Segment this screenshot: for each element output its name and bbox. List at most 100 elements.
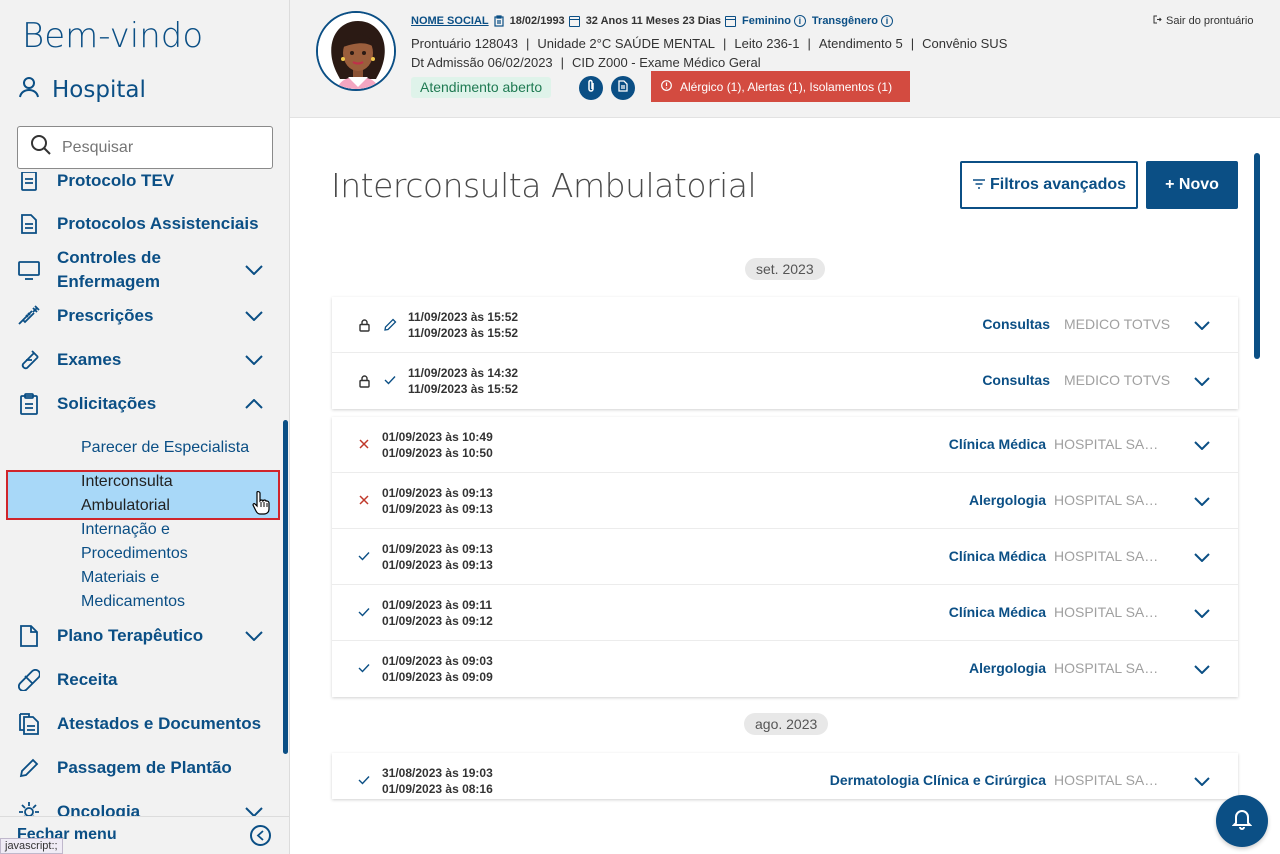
new-button[interactable]: + Novo bbox=[1146, 161, 1238, 209]
chevron-down-icon[interactable] bbox=[244, 306, 264, 326]
bell-icon bbox=[1231, 808, 1253, 835]
syringe-icon bbox=[18, 305, 40, 327]
search-box[interactable] bbox=[17, 126, 273, 169]
patient-identity: Transgênero bbox=[811, 15, 878, 27]
hospital-label: Hospital bbox=[52, 77, 146, 103]
separator: | bbox=[560, 55, 565, 70]
sidebar-item-protocolos-assistenciais[interactable]: Protocolos Assistenciais bbox=[0, 212, 283, 236]
sidebar-item-label: Atestados e Documentos bbox=[57, 714, 262, 733]
admission-date: Dt Admissão 06/02/2023 bbox=[411, 55, 553, 70]
leito: Leito 236-1 bbox=[734, 36, 800, 51]
end-date: 01/09/2023 às 10:50 bbox=[382, 446, 493, 460]
chevron-down-icon[interactable] bbox=[1192, 659, 1212, 679]
patient-line-1: NOME SOCIAL 18/02/1993 32 Anos 11 Meses … bbox=[411, 15, 899, 27]
edit-icon[interactable] bbox=[383, 317, 397, 331]
sidebar-item-exames[interactable]: Exames bbox=[0, 348, 283, 372]
file-icon bbox=[18, 625, 40, 647]
chevron-down-icon[interactable] bbox=[1192, 547, 1212, 567]
patient-line-3: Dt Admissão 06/02/2023 | CID Z000 - Exam… bbox=[411, 55, 761, 70]
clipboard-icon[interactable] bbox=[494, 15, 504, 27]
start-date: 11/09/2023 às 14:32 bbox=[408, 366, 519, 380]
table-row[interactable]: 01/09/2023 às 09:03 01/09/2023 às 09:09 … bbox=[332, 641, 1238, 697]
sidebar-item-controles-enfermagem[interactable]: Controles de Enfermagem bbox=[0, 246, 283, 294]
chevron-down-icon[interactable] bbox=[244, 626, 264, 646]
table-row[interactable]: 01/09/2023 às 10:49 01/09/2023 às 10:50 … bbox=[332, 417, 1238, 473]
pencil-icon bbox=[18, 757, 40, 779]
sidebar-item-atestados[interactable]: Atestados e Documentos bbox=[0, 712, 283, 736]
hospital-user[interactable]: Hospital bbox=[18, 76, 146, 104]
alerts-banner[interactable]: Alérgico (1), Alertas (1), Isolamentos (… bbox=[651, 71, 910, 102]
specialty: Consultas bbox=[982, 372, 1050, 388]
sidebar-item-label: Protocolo TEV bbox=[57, 172, 175, 190]
sidebar-item-label: Passagem de Plantão bbox=[57, 758, 232, 777]
chevron-down-icon[interactable] bbox=[1192, 603, 1212, 623]
info-icon[interactable]: i bbox=[880, 15, 893, 27]
notifications-button[interactable] bbox=[1216, 795, 1268, 847]
exit-icon bbox=[1153, 15, 1162, 27]
table-row[interactable]: 01/09/2023 às 09:13 01/09/2023 às 09:13 … bbox=[332, 529, 1238, 585]
sidebar-item-label: Receita bbox=[57, 670, 118, 689]
sidebar-item-receita[interactable]: Receita bbox=[0, 668, 283, 692]
table-row[interactable]: 11/09/2023 às 15:52 11/09/2023 às 15:52 … bbox=[332, 297, 1238, 353]
row-dates: 11/09/2023 às 15:52 11/09/2023 às 15:52 bbox=[408, 309, 518, 341]
specialty: Alergologia bbox=[968, 492, 1046, 508]
advanced-filters-button[interactable]: Filtros avançados bbox=[960, 161, 1138, 209]
chevron-down-icon[interactable] bbox=[1192, 371, 1212, 391]
professional: HOSPITAL SAN... bbox=[1054, 604, 1166, 620]
nav-menu: Protocolo TEV Protocolos Assistenciais C… bbox=[0, 172, 283, 817]
chevron-down-icon[interactable] bbox=[244, 350, 264, 370]
specialty: Clínica Médica bbox=[948, 604, 1046, 620]
table-row[interactable]: 11/09/2023 às 14:32 11/09/2023 às 15:52 … bbox=[332, 353, 1238, 409]
exit-record-link[interactable]: Sair do prontuário bbox=[1153, 15, 1253, 27]
lock-icon bbox=[358, 374, 370, 388]
chevron-down-icon[interactable] bbox=[1192, 315, 1212, 335]
sidebar-item-passagem-plantao[interactable]: Passagem de Plantão bbox=[0, 756, 283, 780]
birth-date: 18/02/1993 bbox=[509, 15, 565, 27]
document-button[interactable] bbox=[611, 76, 635, 100]
patient-line-2: Prontuário 128043 | Unidade 2°C SAÚDE ME… bbox=[411, 36, 1007, 51]
page-title: Interconsulta Ambulatorial bbox=[331, 166, 757, 205]
table-row[interactable]: 01/09/2023 às 09:13 01/09/2023 às 09:13 … bbox=[332, 473, 1238, 529]
sidebar-subitem-materiais[interactable]: Materiais e Medicamentos bbox=[81, 566, 211, 614]
chevron-down-icon[interactable] bbox=[1192, 435, 1212, 455]
sidebar-subitem-parecer[interactable]: Parecer de Especialista bbox=[81, 436, 249, 460]
row-dates: 01/09/2023 às 09:11 01/09/2023 às 09:12 bbox=[382, 597, 493, 629]
professional: HOSPITAL SAN... bbox=[1054, 436, 1166, 452]
sidebar-item-solicitacoes[interactable]: Solicitações bbox=[0, 392, 283, 416]
chevron-down-icon[interactable] bbox=[244, 802, 264, 817]
info-icon[interactable]: i bbox=[793, 15, 806, 27]
specialty: Dermatologia Clínica e Cirúrgica bbox=[829, 772, 1046, 788]
social-name-link[interactable]: NOME SOCIAL bbox=[411, 15, 489, 27]
unidade: Unidade 2°C SAÚDE MENTAL bbox=[537, 36, 716, 51]
atendimento: Atendimento 5 bbox=[818, 36, 903, 51]
lock-icon bbox=[358, 318, 370, 332]
record-group-card: 01/09/2023 às 10:49 01/09/2023 às 10:50 … bbox=[332, 417, 1238, 697]
separator: | bbox=[525, 36, 530, 51]
chevron-down-icon[interactable] bbox=[244, 260, 264, 280]
documents-icon bbox=[18, 713, 40, 735]
sidebar-item-label: Protocolos Assistenciais bbox=[57, 214, 259, 233]
row-dates: 31/08/2023 às 19:03 01/09/2023 às 08:16 bbox=[382, 765, 493, 797]
table-row[interactable]: 31/08/2023 às 19:03 01/09/2023 às 08:16 … bbox=[332, 753, 1238, 799]
sidebar-item-prescricoes[interactable]: Prescrições bbox=[0, 304, 283, 328]
table-row[interactable]: 01/09/2023 às 09:11 01/09/2023 às 09:12 … bbox=[332, 585, 1238, 641]
end-date: 11/09/2023 às 15:52 bbox=[408, 382, 519, 396]
chevron-down-icon[interactable] bbox=[1192, 771, 1212, 791]
hand-cursor-icon bbox=[251, 490, 271, 521]
sidebar-scrollbar[interactable] bbox=[283, 420, 288, 754]
search-input[interactable] bbox=[62, 138, 252, 157]
collapse-left-icon[interactable] bbox=[250, 825, 271, 846]
chevron-down-icon[interactable] bbox=[1192, 491, 1212, 511]
chevron-up-icon[interactable] bbox=[244, 394, 264, 414]
sidebar-subitem-internacao[interactable]: Internação e Procedimentos bbox=[81, 518, 211, 566]
main-scrollbar[interactable] bbox=[1254, 153, 1260, 359]
cancel-x-icon bbox=[357, 437, 371, 451]
sidebar-item-oncologia[interactable]: Oncologia bbox=[0, 800, 283, 817]
sidebar-item-plano-terapeutico[interactable]: Plano Terapêutico bbox=[0, 624, 283, 648]
sidebar-subitem-interconsulta[interactable]: Interconsulta Ambulatorial bbox=[81, 470, 201, 518]
month-separator: set. 2023 bbox=[745, 258, 825, 280]
separator: | bbox=[723, 36, 727, 51]
row-dates: 01/09/2023 às 10:49 01/09/2023 às 10:50 bbox=[382, 429, 493, 461]
attachment-button[interactable] bbox=[579, 76, 603, 100]
sidebar-item-protocolo-tev[interactable]: Protocolo TEV bbox=[0, 172, 283, 193]
